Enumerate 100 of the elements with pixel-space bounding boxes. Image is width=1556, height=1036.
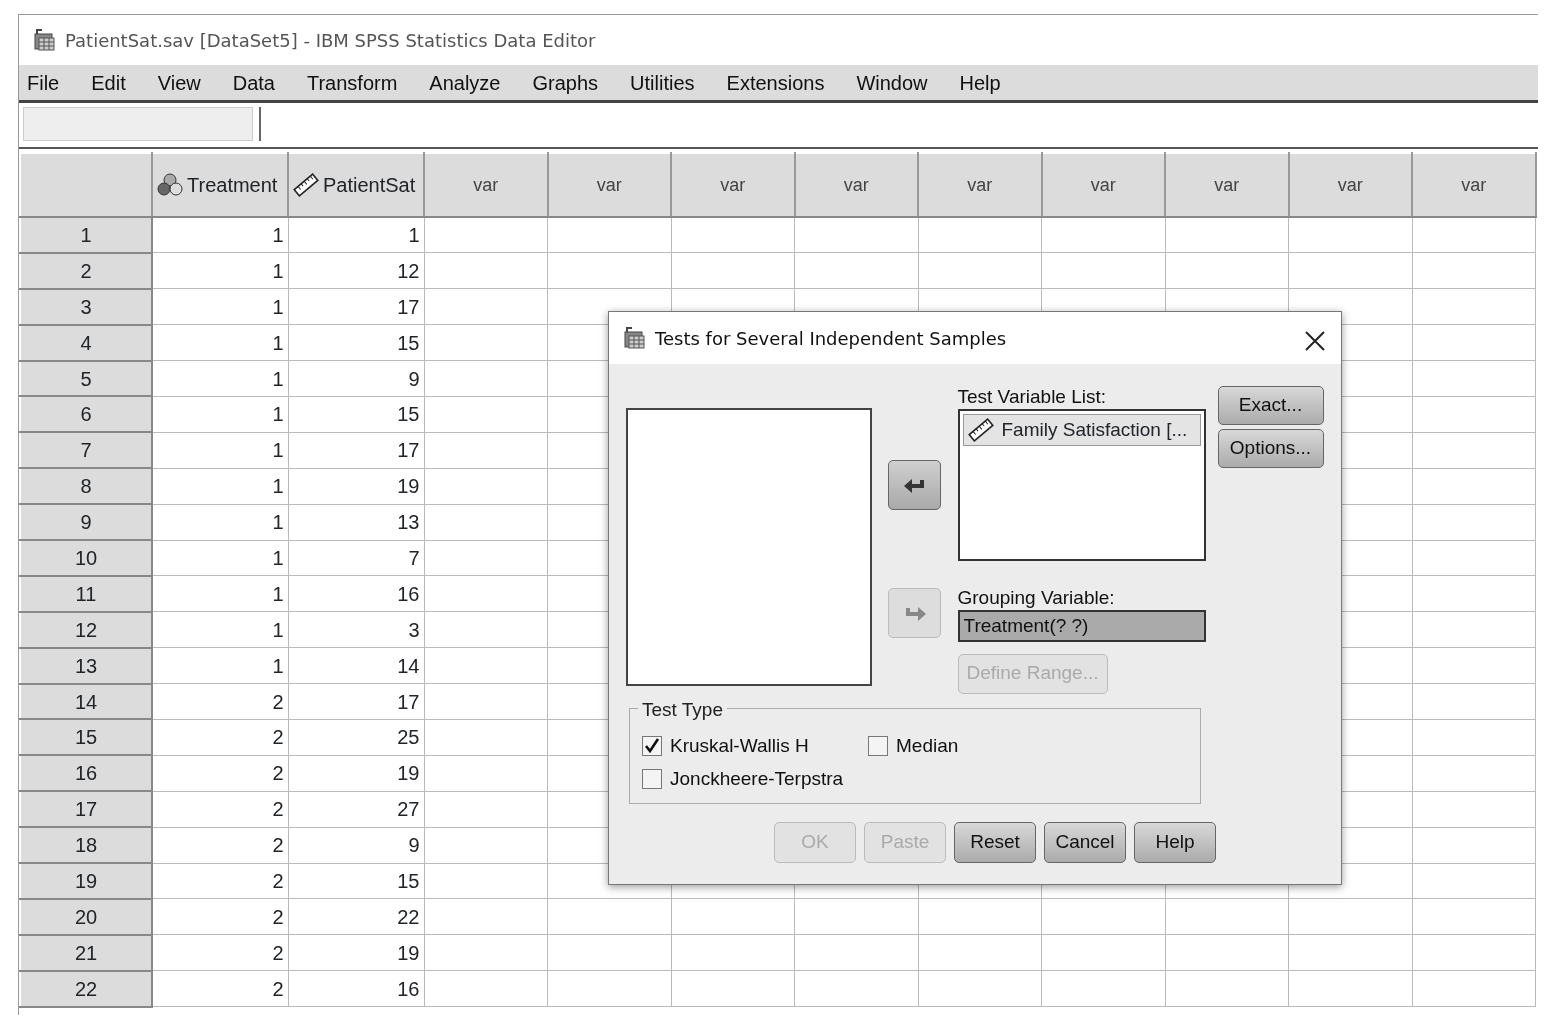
table-cell: 12 xyxy=(288,252,424,289)
table-cell: 15 xyxy=(288,396,424,433)
column-header[interactable]: var xyxy=(1288,153,1412,217)
table-cell: 1 xyxy=(152,575,288,612)
source-variable-list[interactable] xyxy=(626,408,872,686)
list-item[interactable]: Family Satisfaction [... xyxy=(962,413,1201,447)
menu-item[interactable]: Transform xyxy=(302,67,414,98)
row-number[interactable]: 1 xyxy=(20,217,152,253)
menu-item[interactable]: Graphs xyxy=(528,67,615,98)
app-icon xyxy=(33,28,57,52)
row-number[interactable]: 13 xyxy=(20,647,152,684)
dialog-button[interactable]: Help xyxy=(1134,822,1216,863)
row-number[interactable]: 2 xyxy=(20,252,152,289)
table-cell: 19 xyxy=(288,755,424,792)
table-cell: 2 xyxy=(152,683,288,720)
table-cell: 2 xyxy=(152,791,288,828)
row-number[interactable]: 22 xyxy=(20,970,152,1007)
menu-item[interactable]: View xyxy=(153,67,217,98)
table-cell: 1 xyxy=(288,217,424,253)
column-header[interactable]: var xyxy=(547,153,671,217)
column-header[interactable]: var xyxy=(918,153,1042,217)
checkbox[interactable] xyxy=(642,769,662,790)
table-cell: 2 xyxy=(152,827,288,864)
menu-item[interactable]: Edit xyxy=(87,67,142,98)
row-number[interactable]: 16 xyxy=(20,755,152,792)
ruler-icon xyxy=(967,418,994,443)
app-icon xyxy=(623,326,647,350)
column-header[interactable]: var xyxy=(1412,153,1536,217)
table-cell: 2 xyxy=(152,719,288,756)
row-number[interactable]: 8 xyxy=(20,468,152,505)
column-header[interactable]: var xyxy=(671,153,795,217)
table-cell: 14 xyxy=(288,647,424,684)
checkbox-label: Kruskal-Wallis H xyxy=(670,735,809,758)
test-variable-list[interactable]: Family Satisfaction [... xyxy=(957,408,1206,561)
row-number[interactable]: 15 xyxy=(20,719,152,756)
row-number[interactable]: 20 xyxy=(20,898,152,935)
row-number[interactable]: 18 xyxy=(20,827,152,864)
table-cell: 25 xyxy=(288,719,424,756)
checkbox[interactable] xyxy=(868,736,888,757)
menu-item[interactable]: Analyze xyxy=(425,67,517,98)
dialog-button[interactable]: Reset xyxy=(954,822,1036,863)
table-cell: 1 xyxy=(152,432,288,469)
row-number[interactable]: 10 xyxy=(20,540,152,576)
menu-item[interactable]: Utilities xyxy=(626,67,711,98)
table-cell: 1 xyxy=(152,324,288,361)
table-cell: 22 xyxy=(288,898,424,935)
row-number[interactable]: 9 xyxy=(20,504,152,540)
table-cell: 19 xyxy=(288,468,424,505)
checkbox-label: Median xyxy=(896,735,959,758)
menu-item[interactable]: File xyxy=(23,67,76,98)
column-header[interactable]: Treatment xyxy=(152,153,288,217)
row-number[interactable]: 14 xyxy=(20,683,152,720)
table-cell: 2 xyxy=(152,898,288,935)
table-cell: 2 xyxy=(152,863,288,899)
table-cell: 1 xyxy=(152,540,288,576)
menu-item[interactable]: Window xyxy=(852,67,944,98)
table-cell: 17 xyxy=(288,432,424,469)
table-cell: 2 xyxy=(152,970,288,1007)
table-cell: 15 xyxy=(288,324,424,361)
row-number[interactable]: 19 xyxy=(20,863,152,899)
cell-name-field[interactable] xyxy=(23,107,253,141)
row-number[interactable]: 21 xyxy=(20,934,152,971)
table-cell: 15 xyxy=(288,863,424,899)
checkbox[interactable] xyxy=(642,736,662,757)
table-cell: 3 xyxy=(288,611,424,648)
table-cell: 2 xyxy=(152,755,288,792)
table-cell: 1 xyxy=(152,504,288,540)
table-cell: 1 xyxy=(152,360,288,397)
nominal-variable-icon xyxy=(157,173,183,197)
dialog-button[interactable]: Options... xyxy=(1217,429,1324,468)
field-label: Grouping Variable: xyxy=(957,586,1116,610)
column-header[interactable]: var xyxy=(424,153,548,217)
menu-item[interactable]: Data xyxy=(228,67,291,98)
table-cell: 1 xyxy=(152,288,288,325)
row-number[interactable]: 5 xyxy=(20,360,152,397)
row-number[interactable]: 4 xyxy=(20,324,152,361)
table-cell: 1 xyxy=(152,252,288,289)
checkbox-label: Jonckheere-Terpstra xyxy=(670,767,844,791)
table-cell: 1 xyxy=(152,217,288,253)
column-header[interactable]: var xyxy=(1165,153,1289,217)
column-header[interactable]: var xyxy=(1041,153,1165,217)
table-cell: 9 xyxy=(288,360,424,397)
row-number[interactable]: 17 xyxy=(20,791,152,828)
column-header[interactable]: PatientSat xyxy=(288,153,424,217)
menu-item[interactable]: Help xyxy=(955,67,1017,98)
row-number[interactable]: 3 xyxy=(20,288,152,325)
table-cell: 27 xyxy=(288,791,424,828)
table-cell: 17 xyxy=(288,288,424,325)
row-number[interactable]: 11 xyxy=(20,575,152,612)
grouping-variable-field[interactable]: Treatment(? ?) xyxy=(957,609,1206,642)
row-number[interactable]: 7 xyxy=(20,432,152,469)
row-number[interactable]: 6 xyxy=(20,396,152,433)
move-button[interactable] xyxy=(888,460,942,510)
dialog-button[interactable]: Cancel xyxy=(1044,822,1126,863)
row-number[interactable]: 12 xyxy=(20,611,152,648)
menu-item[interactable]: Extensions xyxy=(722,67,841,98)
table-cell: 13 xyxy=(288,504,424,540)
list-label: Test Variable List: xyxy=(957,386,1108,409)
column-header[interactable]: var xyxy=(794,153,918,217)
dialog-button[interactable]: Exact... xyxy=(1217,386,1324,425)
